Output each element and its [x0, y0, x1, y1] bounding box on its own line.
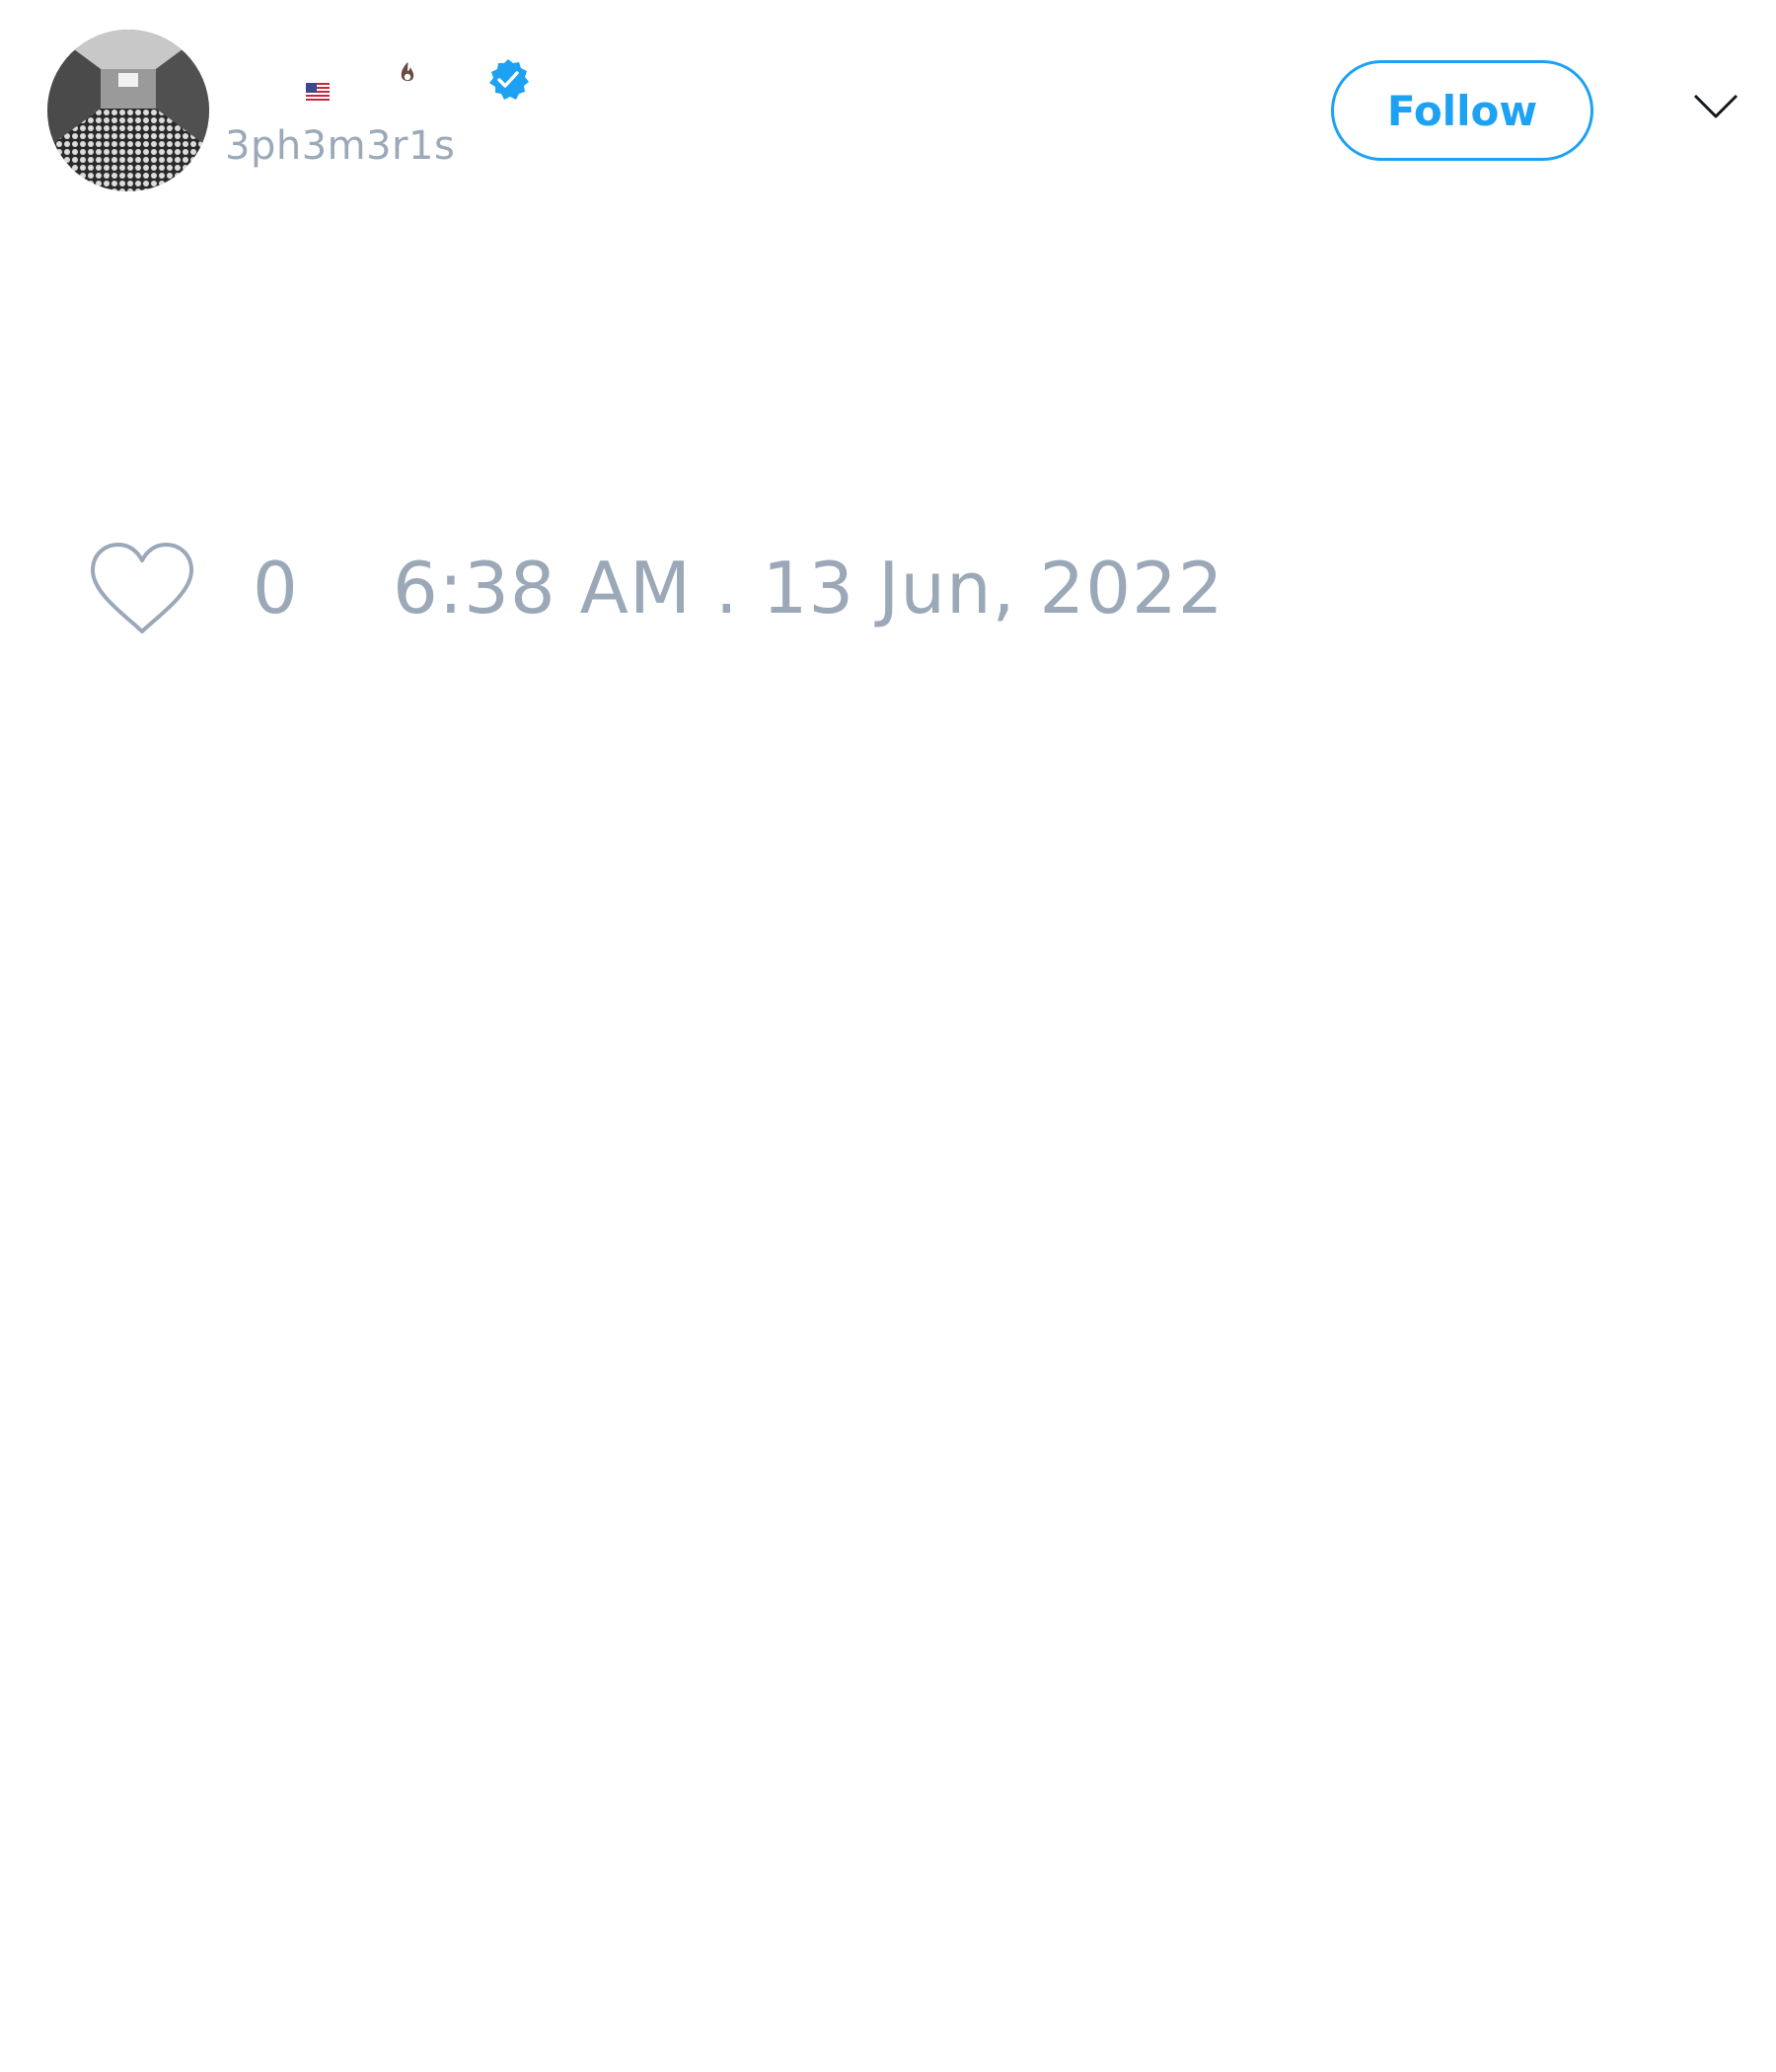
like-count: 0	[253, 547, 298, 629]
heart-icon[interactable]	[89, 543, 195, 639]
tweet-card: 3ph3m3r1s Follow 0 6:38 AM . 13 Jun, 202…	[0, 0, 1776, 2072]
user-handle[interactable]: 3ph3m3r1s	[225, 126, 455, 166]
us-flag-icon	[306, 83, 330, 105]
avatar[interactable]	[47, 30, 209, 191]
follow-button[interactable]: Follow	[1331, 60, 1593, 161]
tweet-timestamp[interactable]: 6:38 AM . 13 Jun, 2022	[393, 553, 1224, 624]
verified-badge-icon	[485, 57, 531, 107]
flame-icon	[399, 61, 416, 89]
chevron-down-icon[interactable]	[1693, 93, 1739, 124]
avatar-image	[47, 30, 209, 191]
